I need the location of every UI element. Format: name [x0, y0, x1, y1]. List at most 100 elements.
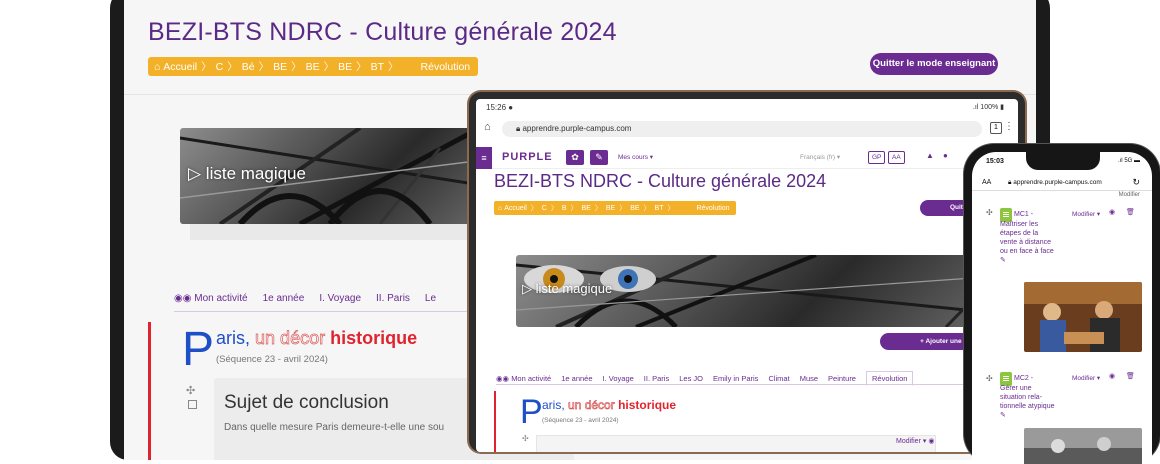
- bell-icon[interactable]: ▲: [926, 151, 934, 160]
- chip-gp[interactable]: GP: [868, 151, 886, 164]
- breadcrumb-item[interactable]: BT: [371, 61, 384, 73]
- chat-icon[interactable]: ●: [943, 151, 948, 160]
- trash-icon[interactable]: 🗑︎: [1126, 208, 1135, 216]
- trash-icon[interactable]: 🗑︎: [1126, 372, 1135, 380]
- eye-icon[interactable]: ◉: [928, 438, 934, 445]
- breadcrumb-item[interactable]: BE: [306, 61, 320, 73]
- breadcrumb-item[interactable]: B: [562, 205, 567, 212]
- tab-1e-annee[interactable]: 1e année: [561, 374, 592, 383]
- hamburger-icon[interactable]: ≡: [476, 147, 492, 169]
- breadcrumb-current[interactable]: Révolution: [696, 205, 729, 212]
- chevron-right-icon: 〉: [356, 61, 367, 73]
- activity-title[interactable]: Gérer une situation rela-tionnelle atypi…: [1000, 384, 1056, 420]
- address-bar[interactable]: 🔒︎ apprendre.purple-campus.com: [1008, 179, 1102, 187]
- home-icon[interactable]: ⌂: [154, 61, 163, 73]
- tab-voyage[interactable]: I. Voyage: [603, 374, 634, 383]
- activity-photo: [1024, 282, 1142, 352]
- phone-notch: [1026, 152, 1100, 170]
- status-time: 15:26 ●: [486, 103, 514, 112]
- tabs-underline: [174, 311, 504, 312]
- pencil-icon[interactable]: ✎: [590, 150, 608, 165]
- banner-label: ▷ liste magique: [522, 281, 613, 296]
- completion-checkbox[interactable]: [188, 400, 197, 409]
- tab-muse[interactable]: Muse: [800, 374, 818, 383]
- move-icon[interactable]: ✣: [986, 208, 993, 217]
- section-initial: P: [182, 323, 215, 376]
- magic-list-banner[interactable]: ▷ liste magique: [180, 128, 500, 224]
- kebab-menu-icon[interactable]: ⋮: [1004, 121, 1014, 132]
- gear-icon[interactable]: ✿: [566, 150, 584, 165]
- breadcrumb-home[interactable]: Accueil: [163, 61, 197, 73]
- address-bar[interactable]: 🔒︎ apprendre.purple-campus.com: [502, 121, 982, 137]
- breadcrumb-item[interactable]: BE: [606, 205, 615, 212]
- quit-teacher-mode-button[interactable]: Quitter le mode enseignant: [870, 53, 998, 75]
- status-time: 15:03: [986, 158, 1004, 165]
- breadcrumb-item[interactable]: Bé: [242, 61, 255, 73]
- section-tabs: ◉◉ Mon activité 1e année I. Voyage II. P…: [174, 293, 451, 304]
- home-icon[interactable]: ⌂: [484, 121, 491, 133]
- activity-code[interactable]: MC1 -: [1014, 210, 1033, 219]
- section-accent-bar: [494, 391, 496, 452]
- breadcrumb-current[interactable]: Révolution: [421, 61, 471, 73]
- section-accent-bar: [148, 322, 151, 460]
- modify-menu-top[interactable]: Modifier: [1119, 192, 1140, 198]
- breadcrumb-item[interactable]: BE: [338, 61, 352, 73]
- move-icon[interactable]: ✣: [986, 374, 993, 383]
- status-signal: .ıl 5G ▬: [1117, 158, 1140, 164]
- chevron-right-icon: 〉: [291, 61, 302, 73]
- modify-menu[interactable]: Modifier ▾: [1072, 210, 1100, 218]
- tab-1e-annee[interactable]: 1e année: [263, 293, 305, 304]
- tab-emily-in-paris[interactable]: Emily in Paris: [713, 374, 758, 383]
- activity-code[interactable]: MC2 -: [1014, 374, 1033, 383]
- breadcrumb-item[interactable]: C: [542, 205, 547, 212]
- activity-description: Dans quelle mesure Paris demeure-t-elle …: [224, 422, 445, 433]
- chevron-right-icon: 〉: [227, 61, 238, 73]
- binoculars-icon: ◉◉: [174, 293, 195, 304]
- site-logo[interactable]: PURPLE: [502, 151, 553, 163]
- course-title: BEZI-BTS NDRC - Culture générale 2024: [494, 171, 827, 191]
- move-icon[interactable]: ✣: [186, 384, 195, 397]
- chip-aa[interactable]: AA: [888, 151, 905, 164]
- breadcrumb-item[interactable]: C: [216, 61, 224, 73]
- tab-my-activity[interactable]: ◉◉ Mon activité: [496, 374, 551, 383]
- eye-icon[interactable]: ◉: [1109, 208, 1115, 216]
- chevron-right-icon: 〉: [643, 205, 651, 212]
- activity-title[interactable]: Maîtriser les étapes de la vente à dista…: [1000, 220, 1056, 265]
- chevron-right-icon: 〉: [594, 205, 602, 212]
- chevron-right-icon: 〉: [201, 61, 212, 73]
- eye-icon[interactable]: ◉: [1109, 372, 1115, 380]
- my-courses-menu[interactable]: Mes cours ▾: [618, 153, 653, 161]
- activity-title[interactable]: Sujet de conclusion: [224, 392, 389, 414]
- modify-menu[interactable]: Modifier ▾ ◉: [896, 437, 934, 445]
- breadcrumb-item[interactable]: BT: [655, 205, 664, 212]
- status-battery: .ıl 100% ▮: [972, 104, 1004, 111]
- tab-count-button[interactable]: 1: [990, 122, 1002, 134]
- tablet-screen: 15:26 ● .ıl 100% ▮ ⌂ 🔒︎ apprendre.purple…: [476, 99, 1018, 452]
- tab-le[interactable]: Le: [425, 293, 436, 304]
- breadcrumb-item[interactable]: BE: [273, 61, 287, 73]
- tab-paris[interactable]: II. Paris: [644, 374, 669, 383]
- section-subtitle: (Séquence 23 - avril 2024): [216, 354, 328, 365]
- tab-voyage[interactable]: I. Voyage: [319, 293, 361, 304]
- chevron-right-icon: 〉: [530, 205, 538, 212]
- modify-menu[interactable]: Modifier ▾: [1072, 374, 1100, 382]
- language-select[interactable]: Français (fr) ▾: [800, 153, 840, 161]
- activity-photo: [1024, 428, 1142, 464]
- tab-paris[interactable]: II. Paris: [376, 293, 410, 304]
- section-title: aris, un décor historique: [542, 398, 677, 413]
- magic-list-banner[interactable]: ▷ liste magique: [516, 255, 1016, 327]
- breadcrumb-item[interactable]: BE: [582, 205, 591, 212]
- tab-les-jo[interactable]: Les JO: [679, 374, 703, 383]
- breadcrumb-home[interactable]: Accueil: [504, 205, 527, 212]
- tab-my-activity[interactable]: ◉◉ Mon activité: [174, 293, 248, 304]
- phone-screen: 15:03 .ıl 5G ▬ AA 🔒︎ apprendre.purple-ca…: [972, 152, 1152, 464]
- reader-aa-button[interactable]: AA: [982, 179, 991, 186]
- chevron-right-icon: 〉: [258, 61, 270, 73]
- reload-icon[interactable]: ↻: [1132, 177, 1140, 188]
- breadcrumb-item[interactable]: BE: [630, 205, 639, 212]
- breadcrumb: ⌂ Accueil 〉 C 〉 B 〉 BE 〉 BE 〉 BE 〉 BT 〉 …: [494, 201, 736, 215]
- tablet-device: 15:26 ● .ıl 100% ▮ ⌂ 🔒︎ apprendre.purple…: [469, 92, 1025, 452]
- move-icon[interactable]: ✣: [522, 434, 529, 443]
- tab-climat[interactable]: Climat: [768, 374, 789, 383]
- tab-peinture[interactable]: Peinture: [828, 374, 856, 383]
